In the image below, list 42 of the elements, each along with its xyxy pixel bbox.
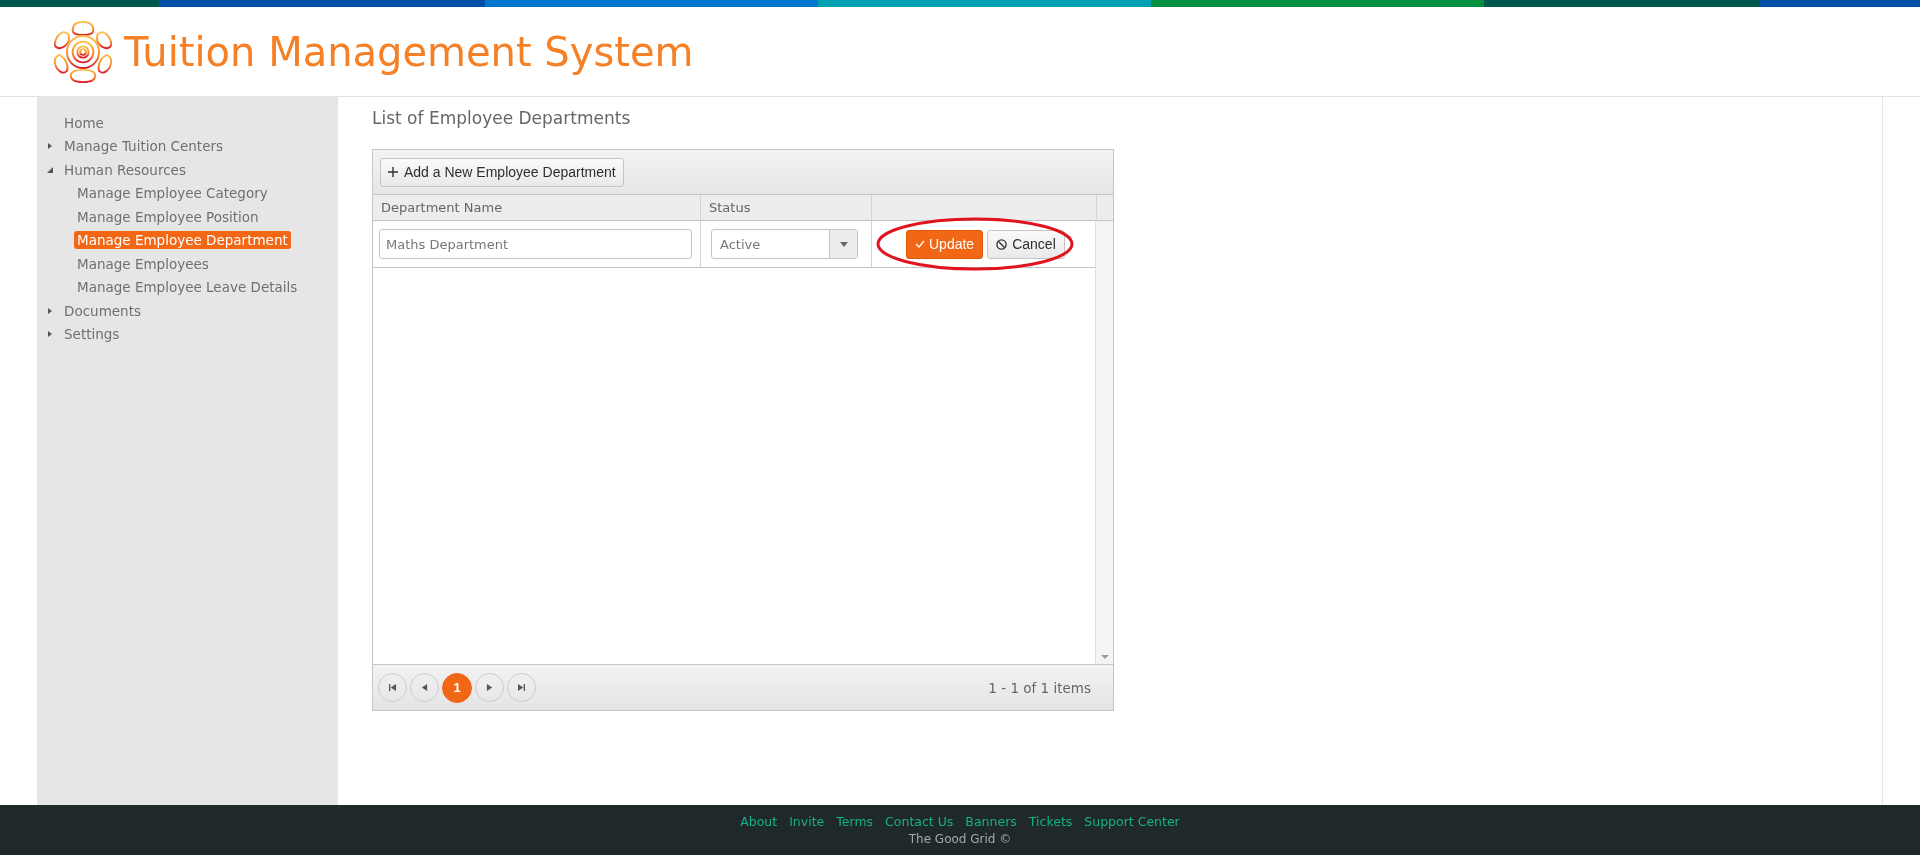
sidebar-item[interactable]: Manage Employee Category <box>74 184 271 203</box>
first-page-icon <box>389 683 396 691</box>
sidebar-item[interactable]: Documents <box>61 301 144 320</box>
add-department-button[interactable]: Add a New Employee Department <box>380 157 624 187</box>
previous-page-icon <box>421 683 428 691</box>
pager-info: 1 - 1 of 1 items <box>988 679 1091 696</box>
sidebar-item[interactable]: Manage Employee Leave Details <box>74 278 301 297</box>
column-header: Department Name <box>373 195 701 220</box>
department-name-field[interactable]: Maths Department <box>379 229 692 259</box>
sidebar-item[interactable]: Home <box>61 113 107 132</box>
page-title: List of Employee Departments <box>372 108 632 128</box>
footer-link[interactable]: Invite <box>789 814 825 829</box>
next-page-icon <box>486 683 493 691</box>
plus-icon <box>388 167 398 177</box>
cancel-button[interactable]: Cancel <box>987 229 1065 259</box>
sidebar-item[interactable]: Manage Employees <box>74 254 212 273</box>
cancel-icon <box>996 238 1008 250</box>
sidebar-item[interactable]: Settings <box>61 325 123 344</box>
collapsed-triangle-icon[interactable] <box>47 143 53 150</box>
sidebar-item[interactable]: Human Resources <box>61 160 189 179</box>
footer-link[interactable]: Contact Us <box>885 814 954 829</box>
sidebar-item[interactable]: Manage Employee Position <box>74 207 262 226</box>
footer-link[interactable]: About <box>740 814 778 829</box>
footer-link[interactable]: Banners <box>965 814 1017 829</box>
expanded-triangle-icon[interactable] <box>47 166 53 173</box>
caret-icon <box>839 241 848 247</box>
page-button[interactable]: 1 <box>442 672 472 703</box>
app-title: Tuition Management System <box>124 28 694 75</box>
footer-link[interactable]: Support Center <box>1084 814 1180 829</box>
collapsed-triangle-icon[interactable] <box>47 331 53 338</box>
column-header: Status <box>701 195 872 220</box>
checkmark-icon <box>915 240 925 248</box>
copyright-text: The Good Grid © <box>908 832 1012 846</box>
sidebar-item[interactable]: Manage Employee Department <box>74 231 291 250</box>
scroll-down-icon <box>1100 655 1109 659</box>
footer-link[interactable]: Terms <box>836 814 874 829</box>
status-dropdown[interactable]: Active <box>711 229 858 259</box>
last-page-icon <box>518 683 525 691</box>
footer-link[interactable]: Tickets <box>1028 814 1073 829</box>
sidebar-item[interactable]: Manage Tuition Centers <box>61 137 227 156</box>
update-button[interactable]: Update <box>906 229 984 259</box>
collapsed-triangle-icon[interactable] <box>47 307 53 314</box>
